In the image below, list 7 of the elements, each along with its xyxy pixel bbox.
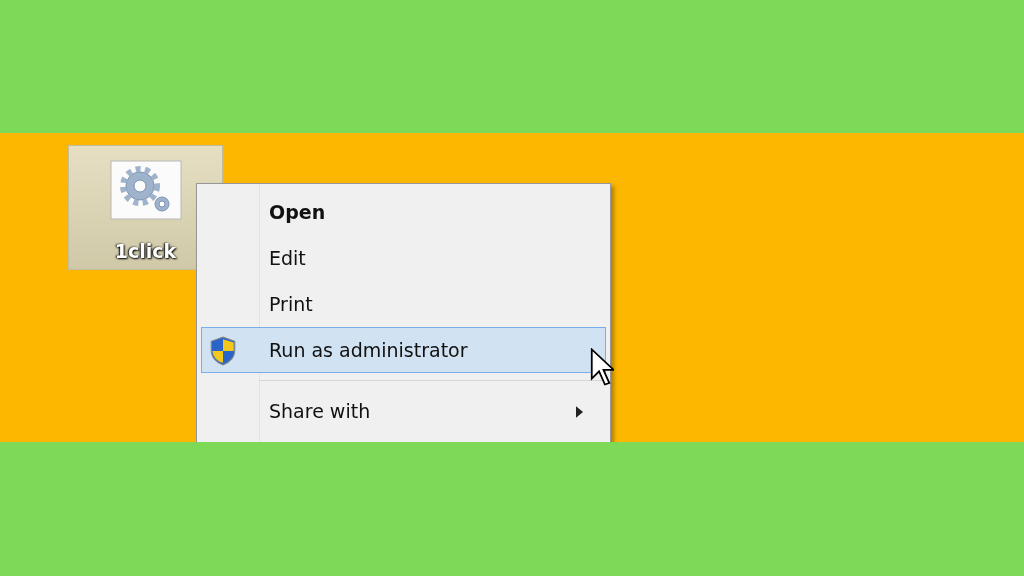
- icon-label: 1click: [114, 240, 177, 262]
- gears-icon: [109, 160, 182, 220]
- menu-item[interactable]: Print: [201, 281, 606, 327]
- menu-item[interactable]: Run as administrator: [201, 327, 606, 373]
- mouse-pointer-icon: [590, 348, 614, 386]
- menu-item[interactable]: Share with: [201, 388, 606, 434]
- submenu-arrow-icon: [576, 406, 583, 418]
